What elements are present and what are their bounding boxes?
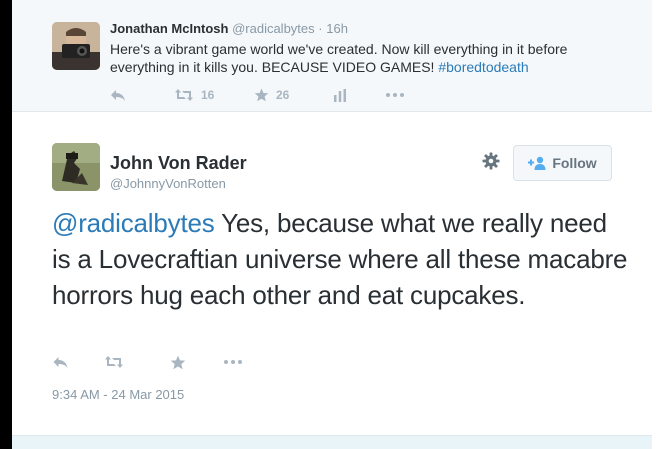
follow-label: Follow <box>552 155 597 171</box>
gear-icon[interactable] <box>482 152 500 170</box>
analytics-icon <box>334 88 346 102</box>
user-handle[interactable]: @radicalbytes <box>232 21 315 36</box>
favorite-icon <box>254 88 269 102</box>
reply-button[interactable] <box>110 88 174 102</box>
reply-box-strip[interactable] <box>12 435 652 449</box>
user-handle[interactable]: @JohnnyVonRotten <box>110 176 226 191</box>
display-name[interactable]: Jonathan McIntosh <box>110 21 228 36</box>
main-tweet: John Von Rader @JohnnyVonRotten Follow @… <box>12 113 652 435</box>
analytics-button[interactable] <box>334 88 386 102</box>
tweet-timestamp[interactable]: 9:34 AM - 24 Mar 2015 <box>52 387 184 402</box>
tweet-text: @radicalbytes Yes, because what we reall… <box>52 205 632 313</box>
favorite-icon <box>170 355 186 369</box>
avatar[interactable] <box>52 22 100 70</box>
retweet-button[interactable] <box>104 355 170 369</box>
more-icon <box>386 93 404 97</box>
follow-button[interactable]: Follow <box>513 145 612 181</box>
avatar[interactable] <box>52 143 100 191</box>
reply-icon <box>53 357 68 368</box>
tweet-text: Here's a vibrant game world we've create… <box>110 40 610 76</box>
retweet-icon <box>105 356 123 368</box>
tweet-actions <box>52 353 242 371</box>
retweet-icon <box>175 89 193 101</box>
display-name[interactable]: John Von Rader <box>110 153 247 174</box>
timestamp[interactable]: 16h <box>326 21 348 36</box>
tweet-actions: 16 26 <box>110 86 404 104</box>
retweet-count: 16 <box>201 88 215 102</box>
reply-icon <box>111 90 125 101</box>
more-button[interactable] <box>224 360 242 364</box>
tweet-detail-panel: Jonathan McIntosh @radicalbytes · 16h He… <box>12 0 664 449</box>
hashtag-link[interactable]: #boredtodeath <box>438 59 528 75</box>
mention-link[interactable]: @radicalbytes <box>52 208 215 238</box>
more-icon <box>224 360 242 364</box>
more-button[interactable] <box>386 93 404 97</box>
follow-person-icon <box>528 156 546 170</box>
tweet-header: Jonathan McIntosh @radicalbytes · 16h <box>110 21 348 36</box>
favorite-button[interactable] <box>170 355 224 370</box>
reply-button[interactable] <box>52 355 104 369</box>
retweet-button[interactable]: 16 <box>174 88 254 102</box>
favorite-count: 26 <box>276 88 290 102</box>
parent-tweet[interactable]: Jonathan McIntosh @radicalbytes · 16h He… <box>12 0 652 112</box>
separator: · <box>318 21 323 36</box>
favorite-button[interactable]: 26 <box>254 88 334 102</box>
